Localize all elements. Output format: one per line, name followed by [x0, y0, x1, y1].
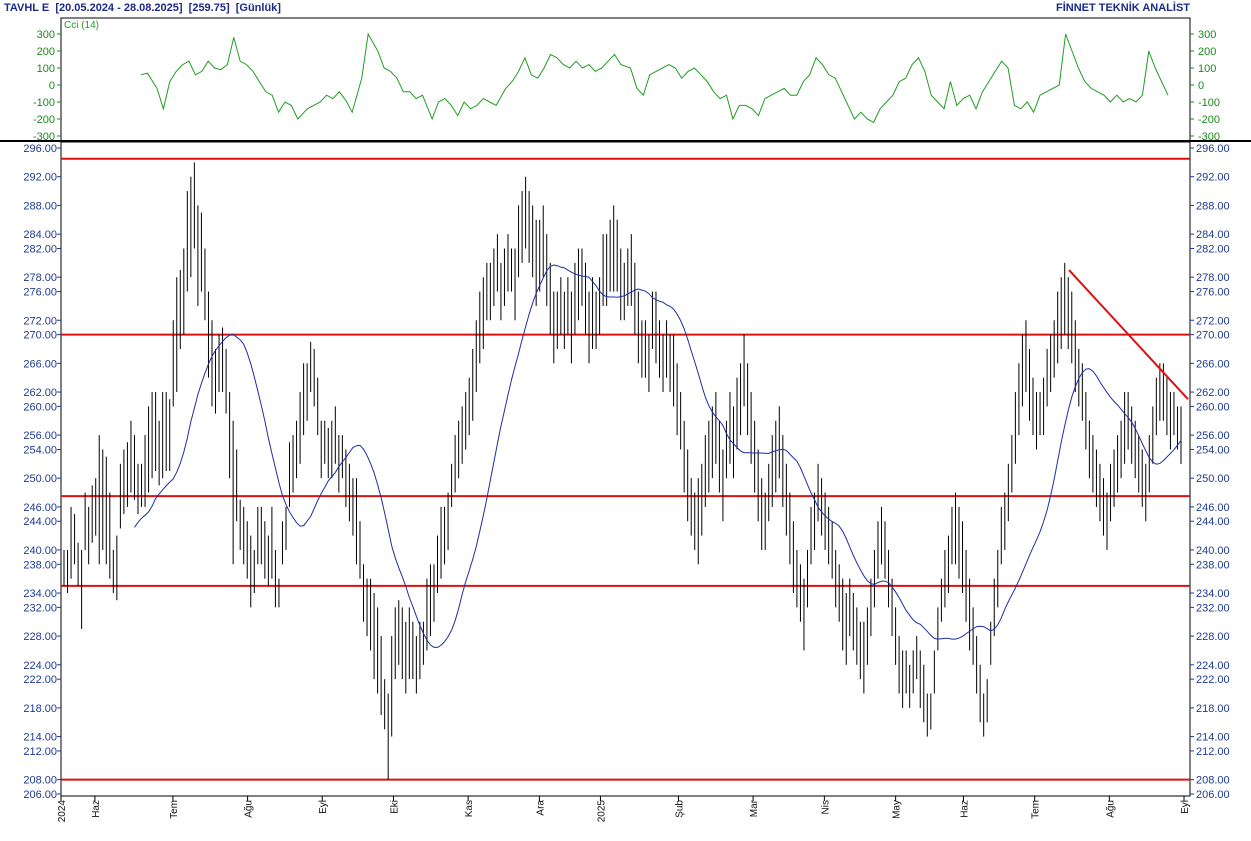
price-tick-label-left: 270.00: [23, 330, 57, 342]
cci-tick-label-left: -300: [33, 131, 55, 143]
date-tick-label: 2024: [57, 800, 68, 823]
date-tick-label: Kas: [464, 800, 475, 817]
date-tick-label: Haz: [91, 800, 102, 818]
price-tick-label-right: 240.00: [1196, 545, 1230, 557]
price-tick-label-left: 232.00: [23, 602, 57, 614]
cci-tick-label-right: 200: [1198, 46, 1216, 58]
price-tick-label-right: 250.00: [1196, 473, 1230, 485]
price-tick-label-left: 224.00: [23, 660, 57, 672]
price-tick-label-left: 250.00: [23, 473, 57, 485]
cci-tick-label-right: -300: [1198, 131, 1220, 143]
price-tick-label-right: 238.00: [1196, 559, 1230, 571]
price-tick-label-right: 246.00: [1196, 502, 1230, 514]
price-tick-label-right: 232.00: [1196, 602, 1230, 614]
price-tick-label-right: 284.00: [1196, 229, 1230, 241]
price-tick-label-left: 292.00: [23, 172, 57, 184]
date-tick-label: Haz: [959, 800, 970, 818]
price-tick-label-left: 234.00: [23, 588, 57, 600]
date-tick-label: Ara: [535, 800, 546, 816]
date-tick-label: Tem: [169, 800, 180, 819]
price-tick-label-left: 288.00: [23, 200, 57, 212]
price-tick-label-left: 206.00: [23, 789, 57, 801]
price-tick-label-right: 278.00: [1196, 272, 1230, 284]
price-tick-label-left: 272.00: [23, 315, 57, 327]
price-tick-label-left: 240.00: [23, 545, 57, 557]
cci-tick-label-left: 200: [37, 46, 55, 58]
price-tick-label-right: 266.00: [1196, 358, 1230, 370]
price-tick-label-left: 222.00: [23, 674, 57, 686]
price-tick-label-right: 212.00: [1196, 746, 1230, 758]
price-tick-label-right: 222.00: [1196, 674, 1230, 686]
price-tick-label-left: 208.00: [23, 775, 57, 787]
price-tick-label-left: 282.00: [23, 243, 57, 255]
cci-tick-label-left: -200: [33, 114, 55, 126]
date-tick-label: Eyl: [1180, 800, 1191, 814]
price-tick-label-right: 224.00: [1196, 660, 1230, 672]
date-tick-label: Eyl: [318, 800, 329, 814]
price-tick-label-left: 262.00: [23, 387, 57, 399]
price-tick-label-right: 276.00: [1196, 287, 1230, 299]
price-tick-label-right: 296.00: [1196, 143, 1230, 155]
price-tick-label-right: 234.00: [1196, 588, 1230, 600]
price-tick-label-left: 256.00: [23, 430, 57, 442]
cci-panel-frame: [60, 17, 1191, 142]
price-tick-label-right: 244.00: [1196, 516, 1230, 528]
price-tick-label-left: 218.00: [23, 703, 57, 715]
date-tick-label: Nis: [820, 800, 831, 814]
date-tick-label: Ağu: [244, 800, 255, 818]
price-tick-label-right: 208.00: [1196, 775, 1230, 787]
date-tick-label: 2025: [596, 800, 607, 823]
price-tick-label-left: 244.00: [23, 516, 57, 528]
price-tick-label-left: 238.00: [23, 559, 57, 571]
price-tick-label-left: 278.00: [23, 272, 57, 284]
price-tick-label-right: 262.00: [1196, 387, 1230, 399]
price-tick-label-right: 270.00: [1196, 330, 1230, 342]
cci-tick-label-right: 100: [1198, 63, 1216, 75]
price-tick-label-right: 256.00: [1196, 430, 1230, 442]
date-tick-label: May: [892, 800, 903, 819]
cci-tick-label-right: 0: [1198, 80, 1204, 92]
date-tick-label: Eki: [389, 800, 400, 814]
price-tick-label-left: 284.00: [23, 229, 57, 241]
price-tick-label-right: 292.00: [1196, 172, 1230, 184]
moving-average-line: [134, 264, 1182, 648]
cci-tick-label-right: -200: [1198, 114, 1220, 126]
cci-tick-label-left: 100: [37, 63, 55, 75]
date-tick-label: Mar: [749, 799, 760, 817]
cci-line: [140, 32, 1169, 124]
price-tick-label-left: 228.00: [23, 631, 57, 643]
price-tick-label-right: 260.00: [1196, 401, 1230, 413]
date-tick-label: Ağu: [1105, 800, 1116, 818]
price-tick-label-right: 206.00: [1196, 789, 1230, 801]
price-tick-label-left: 296.00: [23, 143, 57, 155]
price-tick-label-left: 212.00: [23, 746, 57, 758]
cci-tick-label-left: 0: [49, 80, 55, 92]
price-tick-label-right: 218.00: [1196, 703, 1230, 715]
price-tick-label-right: 228.00: [1196, 631, 1230, 643]
cci-tick-label-left: 300: [37, 29, 55, 41]
cci-tick-label-left: -100: [33, 97, 55, 109]
price-tick-label-left: 254.00: [23, 444, 57, 456]
price-tick-label-left: 246.00: [23, 502, 57, 514]
price-panel-frame: [60, 141, 1191, 797]
cci-tick-label-right: 300: [1198, 29, 1216, 41]
date-tick-label: Tem: [1031, 800, 1042, 819]
cci-tick-label-right: -100: [1198, 97, 1220, 109]
price-tick-label-right: 214.00: [1196, 732, 1230, 744]
price-tick-label-right: 254.00: [1196, 444, 1230, 456]
price-tick-label-left: 214.00: [23, 732, 57, 744]
price-tick-label-right: 272.00: [1196, 315, 1230, 327]
price-tick-label-left: 266.00: [23, 358, 57, 370]
price-tick-label-left: 276.00: [23, 287, 57, 299]
date-tick-label: Şub: [674, 800, 685, 818]
price-tick-label-right: 282.00: [1196, 243, 1230, 255]
price-tick-label-left: 260.00: [23, 401, 57, 413]
price-tick-label-right: 288.00: [1196, 200, 1230, 212]
chart-canvas: 300 300 200 200 100 100 0 0 -100 -100 -200 -200 -300…: [0, 17, 1251, 823]
